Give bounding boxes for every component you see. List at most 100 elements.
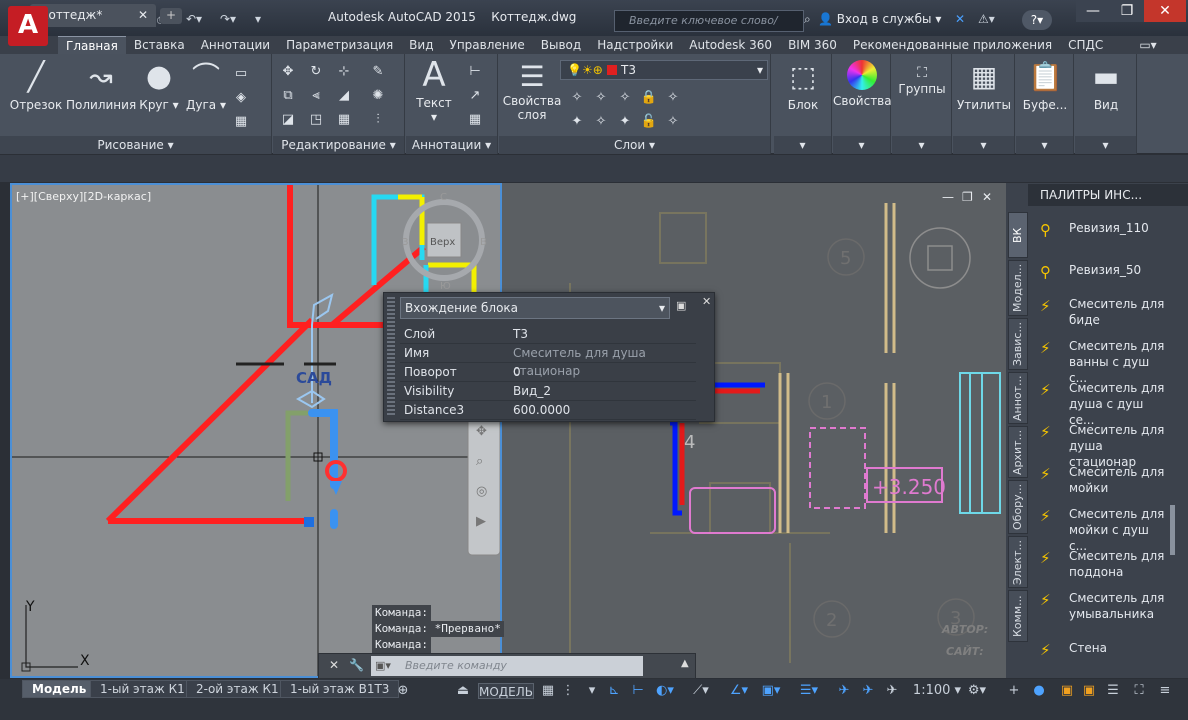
- binoculars-icon[interactable]: ⌕: [804, 12, 814, 28]
- tab-manage[interactable]: Управление: [442, 36, 533, 54]
- palette-tab-dependencies[interactable]: Завис...: [1008, 318, 1028, 370]
- palette-tool[interactable]: ⚡ Смеситель для умывальника: [1040, 590, 1170, 628]
- palette-tab-architecture[interactable]: Архит...: [1008, 426, 1028, 478]
- explode-icon[interactable]: ✺: [369, 88, 387, 104]
- gradient-icon[interactable]: ▦: [232, 114, 250, 130]
- hardware-acceleration-icon[interactable]: ▣: [1058, 683, 1076, 699]
- tab-view[interactable]: Вид: [401, 36, 441, 54]
- fullscreen-icon[interactable]: ⛶: [1130, 683, 1148, 699]
- orbit-icon[interactable]: ◎: [476, 484, 487, 499]
- leader-icon[interactable]: ↗: [466, 88, 484, 104]
- customize-wrench-icon[interactable]: 🔧: [349, 658, 364, 672]
- annotation-visibility-icon[interactable]: ✈: [860, 683, 876, 699]
- auto-scale-icon[interactable]: ✈: [884, 683, 900, 699]
- maximize-button[interactable]: ❐: [1110, 0, 1144, 22]
- qat-dropdown-icon[interactable]: ▾: [250, 12, 266, 26]
- minimize-button[interactable]: —: [1076, 0, 1110, 22]
- clipboard-panel-expand[interactable]: ▾: [1016, 136, 1073, 154]
- view-panel-expand[interactable]: ▾: [1075, 136, 1136, 154]
- annotation-monitor-icon[interactable]: +: [1006, 683, 1022, 699]
- layer-freeze-icon[interactable]: ✧: [615, 90, 635, 106]
- close-command-icon[interactable]: ✕: [329, 658, 339, 672]
- modify-panel-title[interactable]: Редактирование ▾: [273, 136, 404, 154]
- layer-match-icon[interactable]: ✧: [663, 90, 683, 106]
- copy-icon[interactable]: ⧉: [279, 88, 297, 104]
- zoom-icon[interactable]: ⌕: [476, 454, 483, 469]
- snap-icon[interactable]: ⋮: [560, 683, 576, 699]
- palette-tab-electric[interactable]: Элект...: [1008, 536, 1028, 588]
- layer-walk-icon[interactable]: ✦: [567, 114, 587, 130]
- palette-tool[interactable]: ⚲ Ревизия_50: [1040, 262, 1170, 292]
- polyline-button[interactable]: ↝ Полилиния: [66, 60, 136, 112]
- layer-properties-button[interactable]: ☰ Свойства слоя: [501, 60, 563, 122]
- viewcube-east[interactable]: В: [480, 237, 487, 248]
- layer-lock-icon[interactable]: 🔒: [639, 90, 659, 106]
- ribbon-minimize-icon[interactable]: ▭▾: [1131, 36, 1164, 54]
- drag-handle[interactable]: [387, 297, 395, 417]
- clean-screen-icon[interactable]: ▣: [1080, 683, 1098, 699]
- close-icon[interactable]: ✕: [702, 295, 711, 308]
- redo-icon[interactable]: ↷▾: [214, 12, 242, 26]
- palette-tool[interactable]: ⚲ Ревизия_110: [1040, 220, 1170, 250]
- polar-tracking-icon[interactable]: ◐▾: [654, 683, 676, 699]
- command-prompt-icon[interactable]: ▣▾: [375, 659, 391, 672]
- undo-icon[interactable]: ↶▾: [180, 12, 208, 26]
- annotation-scale-icon[interactable]: ✈: [836, 683, 852, 699]
- tab-featured-apps[interactable]: Рекомендованные приложения: [845, 36, 1060, 54]
- tab-spds[interactable]: СПДС: [1060, 36, 1111, 54]
- sign-in-button[interactable]: 👤 Вход в службы ▾: [818, 12, 941, 26]
- block-panel-expand[interactable]: ▾: [774, 136, 831, 154]
- palette-tool[interactable]: ⚡ Смеситель для ванны с душ с...: [1040, 338, 1170, 385]
- mirror-icon[interactable]: ⫷: [307, 88, 325, 104]
- layers-panel-title[interactable]: Слои ▾: [499, 136, 770, 154]
- palette-tab-communications[interactable]: Комм...: [1008, 590, 1028, 642]
- status-menu-icon[interactable]: ≡: [1156, 683, 1174, 699]
- layer-off-icon[interactable]: ✧: [567, 90, 587, 106]
- property-row[interactable]: Имя Смеситель для душа стационар: [400, 344, 696, 378]
- layer-merge-icon[interactable]: ✧: [663, 114, 683, 130]
- viewport-close-icon[interactable]: ✕: [982, 190, 992, 204]
- showmotion-icon[interactable]: ▶: [476, 514, 486, 529]
- pan-icon[interactable]: ✥: [476, 424, 487, 439]
- exchange-icon[interactable]: ✕: [955, 12, 965, 26]
- palette-title[interactable]: ПАЛИТРЫ ИНС...: [1028, 184, 1188, 206]
- grid-icon[interactable]: ▦: [540, 683, 556, 699]
- tab-a360[interactable]: Autodesk 360: [681, 36, 780, 54]
- model-space-button[interactable]: МОДЕЛЬ: [478, 683, 534, 699]
- layer-unlock-icon[interactable]: 🔓: [639, 114, 659, 130]
- layer-previous-icon[interactable]: ✧: [591, 114, 611, 130]
- stretch-icon[interactable]: ◪: [279, 112, 297, 128]
- dynamic-input-icon[interactable]: ⊢: [630, 683, 646, 699]
- property-row[interactable]: Visibility Вид_2: [400, 382, 696, 401]
- property-row[interactable]: Поворот 0: [400, 363, 696, 382]
- draw-panel-title[interactable]: Рисование ▾: [0, 136, 271, 154]
- customization-icon[interactable]: ☰: [1104, 683, 1122, 699]
- close-tab-icon[interactable]: ✕: [138, 4, 148, 26]
- application-menu-button[interactable]: A: [8, 6, 48, 46]
- layout-menu-icon[interactable]: ⏏: [456, 683, 470, 699]
- annotation-scale-dropdown[interactable]: 1:100 ▾: [910, 683, 964, 699]
- palette-tab-equipment[interactable]: Обору...: [1008, 480, 1028, 534]
- erase-icon[interactable]: ✎: [369, 64, 387, 80]
- palette-tool[interactable]: ⚡ Смеситель для душа стационар: [1040, 422, 1170, 469]
- chevron-down-icon[interactable]: ▾: [586, 683, 598, 699]
- groups-button[interactable]: ⛶ Группы: [892, 56, 952, 96]
- search-input[interactable]: Введите ключевое слово/фразу: [614, 10, 804, 47]
- layout-tab[interactable]: 1-ый этаж В1Т3: [280, 680, 400, 698]
- groups-panel-expand[interactable]: ▾: [892, 136, 951, 154]
- viewport-restore-icon[interactable]: ❐: [962, 190, 973, 204]
- table-icon[interactable]: ▦: [466, 112, 484, 128]
- isodraft-icon[interactable]: ⟋▾: [690, 683, 712, 699]
- palette-tool[interactable]: ⚡ Смеситель для биде: [1040, 296, 1170, 334]
- palette-tool[interactable]: ⚡ Смеситель для душа с душ се...: [1040, 380, 1170, 427]
- viewcube-top[interactable]: Верх: [430, 237, 455, 248]
- add-layout-icon[interactable]: ⊕: [396, 683, 410, 699]
- property-row[interactable]: Слой Т3: [400, 325, 696, 344]
- scale-icon[interactable]: ◳: [307, 112, 325, 128]
- connect-icon[interactable]: ⚠▾: [978, 12, 995, 26]
- document-tab[interactable]: Коттедж* ✕: [30, 4, 156, 27]
- viewport-controls-label[interactable]: [+][Сверху][2D-каркас]: [16, 190, 151, 203]
- line-button[interactable]: ╱ Отрезок: [6, 60, 66, 112]
- palette-tab-model[interactable]: Модел...: [1008, 260, 1028, 316]
- layer-dropdown[interactable]: 💡☀⊕ Т3 ▾: [560, 60, 768, 80]
